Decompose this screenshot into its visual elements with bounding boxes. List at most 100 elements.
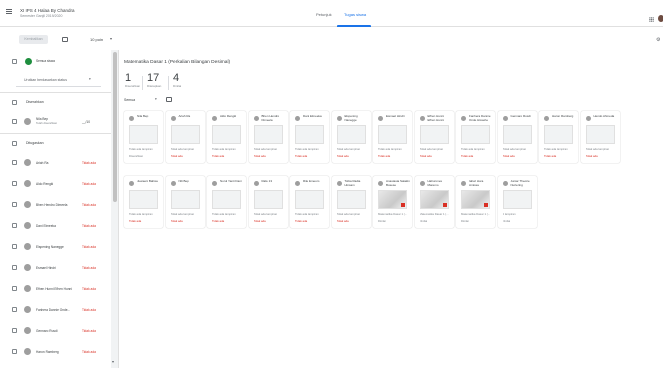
attachment-thumbnail[interactable] <box>378 125 407 144</box>
list-item[interactable]: Haron Ramberg Tidak ada <box>0 342 111 361</box>
mail-icon[interactable] <box>62 37 68 42</box>
student-work-card[interactable]: Hendo Ahmeda Tidak ada lampiran Tidak ada <box>580 111 620 163</box>
student-work-card[interactable]: Elspening Nanegge Tidak ada lampiran Tidak… <box>331 111 371 163</box>
status-badge: Tidak ada <box>82 329 96 333</box>
tab-instructions[interactable]: Petunjuk <box>316 12 332 17</box>
attachment-thumbnail[interactable] <box>170 190 200 209</box>
attachment-thumbnail[interactable] <box>419 125 449 144</box>
list-item[interactable]: Esmael Hindri Tidak ada <box>0 258 111 277</box>
attachment-thumbnail[interactable] <box>129 125 158 144</box>
card-student-name: Juwaeni Bahsie <box>137 179 159 183</box>
student-checkbox[interactable] <box>12 286 17 291</box>
chevron-down-icon[interactable]: ▾ <box>110 36 112 41</box>
section-checkbox[interactable] <box>12 100 17 105</box>
class-title[interactable]: XI IPS 4 Halaa By Chandra <box>20 8 75 13</box>
student-work-card[interactable]: Aldo Rengki Tidak ada lampiran Tidak ada <box>207 111 246 163</box>
status-badge: Dinilai <box>461 219 469 223</box>
student-work-card[interactable]: Nurul Yanti Dani Tidak ada lampiran Tidak … <box>207 176 246 228</box>
list-item[interactable]: Ariah Ra Tidak ada <box>0 153 111 172</box>
attachment-thumbnail[interactable] <box>544 125 573 144</box>
section-checkbox[interactable] <box>12 141 17 146</box>
attachment-thumbnail[interactable] <box>502 190 532 209</box>
student-work-card[interactable]: Efhen Hunni Efhen Hunni Tidak ada lampira… <box>414 111 454 163</box>
grade-field[interactable]: __/10 <box>82 120 90 124</box>
list-item[interactable]: Efhen Hunni Efhen Hunni Tidak ada <box>0 279 111 298</box>
section-assigned[interactable]: Ditugaskan <box>0 134 111 153</box>
student-work-card[interactable]: Bhen Hendro Dimeela Tidak ada lampiran Tid… <box>248 111 288 163</box>
status-badge: Tidak ada <box>544 154 557 158</box>
student-work-card[interactable]: Rafe 13 Tidak ada lampiran Tidak ada <box>248 176 288 228</box>
attachment-thumbnail[interactable] <box>336 125 366 144</box>
attachment-thumbnail[interactable] <box>585 125 615 144</box>
attachment-thumbnail[interactable] <box>461 125 490 144</box>
student-checkbox[interactable] <box>12 202 17 207</box>
student-checkbox[interactable] <box>12 160 17 165</box>
student-work-card[interactable]: Gennaro Rusdi Tidak ada lampiran Tidak ada <box>497 111 537 163</box>
student-work-card[interactable]: Dani Elmeeka Tidak ada lampiran Tidak ada <box>290 111 329 163</box>
student-work-card[interactable]: Esmael Hindri Tidak ada lampiran Tidak ada <box>373 111 412 163</box>
attachment-thumbnail[interactable] <box>129 190 158 209</box>
scrollbar-thumb[interactable] <box>113 52 117 202</box>
sort-select[interactable]: Urutkan berdasarkan status ▾ <box>16 73 101 87</box>
apps-icon[interactable] <box>649 17 654 22</box>
attachment-thumbnail[interactable] <box>461 190 490 209</box>
student-checkbox[interactable] <box>12 223 17 228</box>
attachment-thumbnail[interactable] <box>419 190 449 209</box>
student-work-card[interactable]: Iahwi Hora Amissa Matematika Dasar 1 (...… <box>456 176 495 228</box>
student-work-card[interactable]: Ariah Ra Tidak ada lampiran Tidak ada <box>165 111 205 163</box>
scroll-down-arrow-icon[interactable]: ▾ <box>112 359 114 364</box>
list-item[interactable]: Fanhera Dannie Onde... Tidak ada <box>0 300 111 319</box>
status-badge: Tidak ada <box>170 154 183 158</box>
list-item[interactable]: Gennaro Rusdi Tidak ada <box>0 321 111 340</box>
section-returned[interactable]: Diserahkan <box>0 93 111 112</box>
attachment-thumbnail[interactable] <box>502 125 532 144</box>
student-checkbox[interactable] <box>12 265 17 270</box>
attachment-thumbnail[interactable] <box>378 190 407 209</box>
student-work-card[interactable]: Nili Bep Tidak ada lampiran Tidak ada <box>165 176 205 228</box>
attachment-thumbnail[interactable] <box>212 125 241 144</box>
list-item[interactable]: Dani Elmeeka Tidak ada <box>0 216 111 235</box>
attachment-thumbnail[interactable] <box>295 190 324 209</box>
student-work-card[interactable]: Rile Emeum Tidak ada lampiran Tidak ada <box>290 176 329 228</box>
avatar[interactable] <box>658 15 663 22</box>
student-checkbox[interactable] <box>12 328 17 333</box>
student-work-card[interactable]: Fanhera Dannie Onde Hissehe Tidak ada lam… <box>456 111 495 163</box>
attachment-thumbnail[interactable] <box>212 190 241 209</box>
attachment-thumbnail[interactable] <box>170 125 200 144</box>
student-work-card[interactable]: Tobia Radia Hinsam Tidak ada lampiran Tida… <box>331 176 371 228</box>
student-work-card[interactable]: Anastasia Salakin Bosese Matematika Dasar… <box>373 176 412 228</box>
return-button[interactable]: Kembalikan <box>19 35 48 44</box>
student-checkbox[interactable] <box>12 349 17 354</box>
list-item[interactable]: Aldo Rengki Tidak ada <box>0 174 111 193</box>
status-badge: Tidak ada <box>82 308 96 312</box>
attachment-thumbnail[interactable] <box>253 125 283 144</box>
student-checkbox[interactable] <box>12 307 17 312</box>
student-checkbox[interactable] <box>12 119 17 124</box>
select-all-checkbox[interactable] <box>12 59 17 64</box>
list-item[interactable]: Bhen Hendro Dimeela Tidak ada <box>0 195 111 214</box>
card-student-name: Bhen Hendro Dimeela <box>261 114 280 122</box>
attachment-thumbnail[interactable] <box>336 190 366 209</box>
all-students-label: Semua siswa <box>36 59 55 63</box>
student-work-card[interactable]: Juwaeni Bahsie Tidak ada lampiran Tidak ad… <box>124 176 163 228</box>
card-student-name: Fanhera Dannie Onde Hissehe <box>469 114 491 122</box>
student-work-card[interactable]: Nila Bep Tidak ada lampiran Diserahkan <box>124 111 163 163</box>
student-work-card[interactable]: Hahunmes Maremo Matematika Dasar 1 (... Di… <box>414 176 454 228</box>
list-item[interactable]: Elspening Nanegge Tidak ada <box>0 237 111 256</box>
menu-icon[interactable] <box>6 9 12 14</box>
filter-select[interactable]: Semua <box>124 98 135 102</box>
card-student-name: Gennaro Rusdi <box>510 114 531 118</box>
student-checkbox[interactable] <box>12 244 17 249</box>
student-work-card[interactable]: Haron Ramberg Tidak ada lampiran Tidak ada <box>539 111 578 163</box>
attachment-thumbnail[interactable] <box>295 125 324 144</box>
attachment-thumbnail[interactable] <box>253 190 283 209</box>
list-item[interactable]: Nila Bep Telah diserahkan __/10 <box>0 111 111 133</box>
all-students-row[interactable]: Semua siswa <box>0 52 111 71</box>
gear-icon[interactable]: ⚙ <box>656 37 660 43</box>
tab-student-work[interactable]: Tugas siswa <box>344 12 366 17</box>
student-checkbox[interactable] <box>12 181 17 186</box>
chevron-down-icon[interactable]: ▾ <box>155 97 157 101</box>
student-work-card[interactable]: Juniar Theorie Nurtering 2 lampiran Dinila… <box>497 176 537 228</box>
points-select[interactable]: 10 poin <box>90 37 103 42</box>
folder-icon[interactable] <box>166 97 172 102</box>
